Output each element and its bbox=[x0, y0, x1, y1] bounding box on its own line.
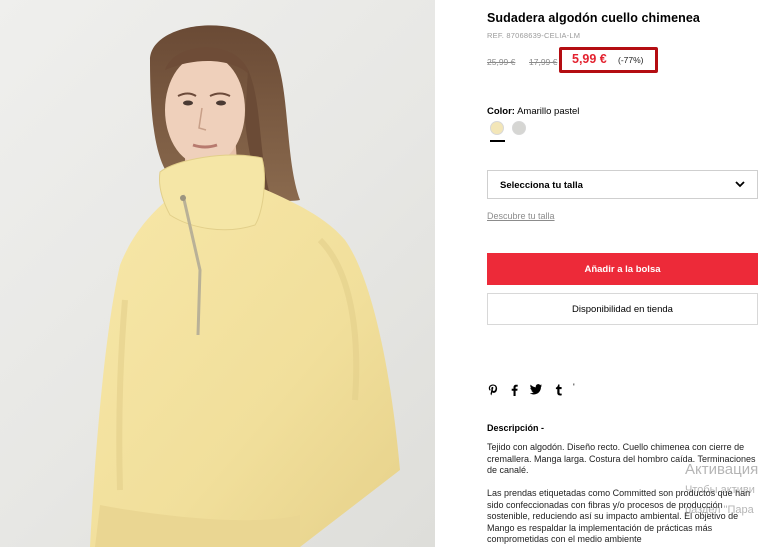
current-price: 5,99 € bbox=[572, 52, 607, 66]
facebook-icon[interactable] bbox=[511, 384, 518, 396]
add-to-bag-button[interactable]: Añadir a la bolsa bbox=[487, 253, 758, 285]
description-paragraph-committed: Las prendas etiquetadas como Committed s… bbox=[487, 488, 751, 545]
size-select[interactable]: Selecciona tu talla bbox=[487, 170, 758, 199]
discount-badge: (-77%) bbox=[618, 55, 644, 65]
twitter-icon[interactable] bbox=[530, 384, 542, 395]
description-paragraph: Tejido con algodón. Diseño recto. Cuello… bbox=[487, 442, 756, 476]
color-swatch-yellow[interactable] bbox=[490, 121, 504, 135]
color-label: Color: Amarillo pastel bbox=[487, 106, 579, 117]
description-heading[interactable]: Descripción - bbox=[487, 423, 544, 433]
size-guide-link[interactable]: Descubre tu talla bbox=[487, 211, 555, 221]
more-share-icon[interactable]: ' bbox=[573, 382, 575, 392]
tumblr-icon[interactable] bbox=[555, 384, 563, 396]
original-price: 25,99 € bbox=[487, 57, 516, 67]
previous-price: 17,99 € bbox=[529, 57, 558, 67]
model-illustration bbox=[90, 25, 400, 547]
selected-swatch-indicator bbox=[490, 140, 505, 142]
color-swatch-grey[interactable] bbox=[512, 121, 526, 135]
price-highlight-box: 5,99 € (-77%) bbox=[559, 47, 658, 73]
color-value: Amarillo pastel bbox=[517, 106, 580, 117]
color-label-title: Color: bbox=[487, 106, 515, 117]
size-select-label: Selecciona tu talla bbox=[500, 180, 583, 191]
product-photo[interactable] bbox=[0, 0, 435, 547]
product-title: Sudadera algodón cuello chimenea bbox=[487, 11, 700, 25]
chevron-down-icon bbox=[735, 181, 745, 188]
store-availability-button[interactable]: Disponibilidad en tienda bbox=[487, 293, 758, 325]
product-reference: REF. 87068639-CELIA-LM bbox=[487, 31, 581, 40]
pinterest-icon[interactable] bbox=[488, 384, 498, 396]
